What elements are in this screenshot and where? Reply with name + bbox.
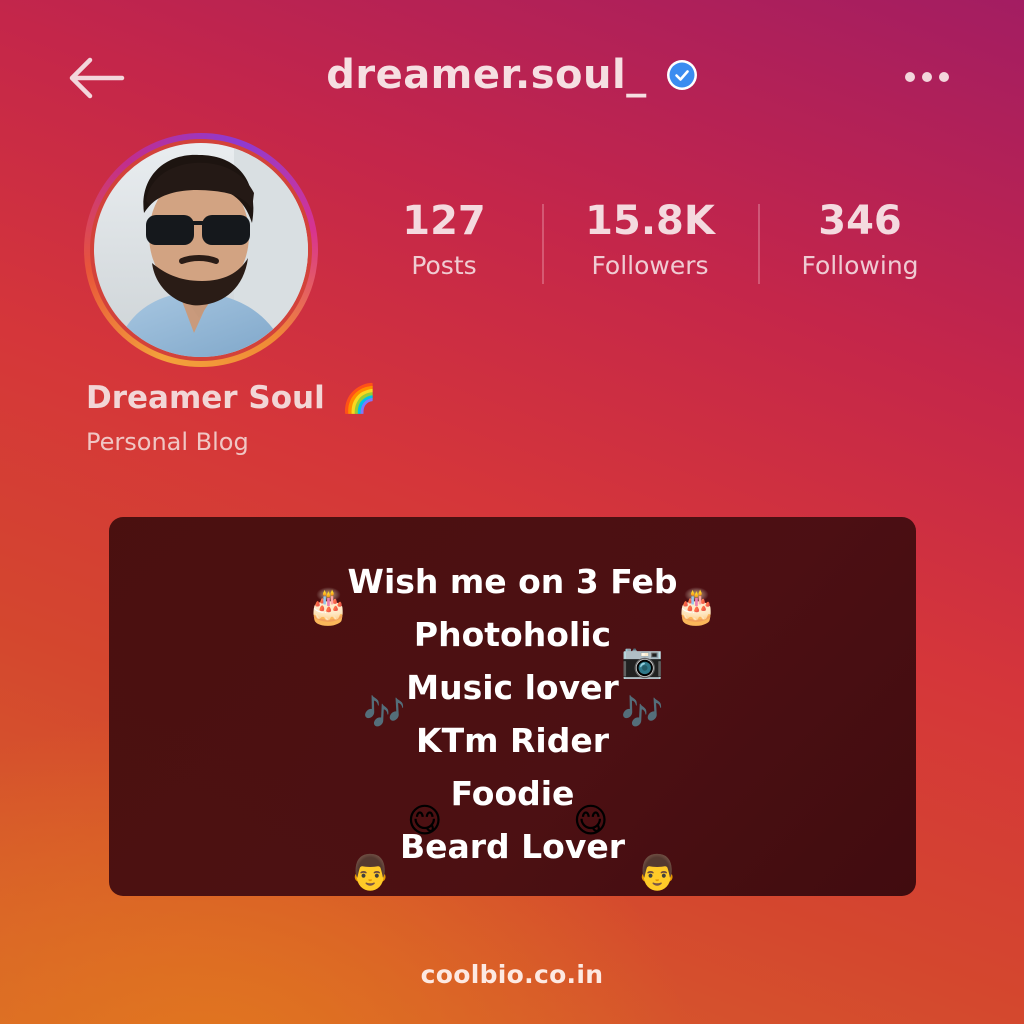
- bio-lines: Wish me on 3 Feb Photoholic Music lover …: [109, 555, 916, 873]
- profile-display-name: Dreamer Soul 🌈: [86, 380, 376, 416]
- stat-posts-count: 127: [402, 198, 486, 244]
- stat-following[interactable]: 346 Following: [760, 196, 960, 286]
- yum-face-emoji-icon: 😋: [407, 801, 443, 841]
- bio-card: Wish me on 3 Feb Photoholic Music lover …: [109, 517, 916, 896]
- stat-following-count: 346: [818, 198, 902, 244]
- yum-face-emoji-icon: 😋: [573, 801, 609, 841]
- verified-badge-icon: [666, 60, 697, 90]
- profile-avatar: [94, 143, 308, 357]
- profile-stats: 127 Posts 15.8K Followers 346 Following: [360, 196, 960, 296]
- stat-followers-label: Followers: [591, 251, 709, 280]
- footer-watermark: coolbio.co.in: [420, 960, 604, 989]
- more-horizontal-icon: [905, 72, 949, 82]
- profile-header: dreamer.soul_: [0, 40, 1024, 116]
- profile-username: dreamer.soul_: [326, 52, 647, 98]
- stat-followers-count: 15.8K: [585, 198, 715, 244]
- display-name-text: Dreamer Soul: [86, 380, 325, 416]
- beard-man-emoji-icon: 👨: [349, 853, 392, 893]
- stat-posts-label: Posts: [411, 251, 477, 280]
- beard-man-emoji-icon: 👨: [636, 853, 679, 893]
- bio-line-birthday: Wish me on 3 Feb: [347, 562, 678, 601]
- music-notes-emoji-icon: 🎶: [363, 693, 406, 733]
- bio-line-beard: Beard Lover: [399, 827, 626, 866]
- more-options-button[interactable]: [898, 62, 956, 92]
- bio-line-foodie: Foodie: [450, 774, 575, 813]
- music-notes-emoji-icon: 🎶: [621, 693, 664, 733]
- bio-line-rider: KTm Rider: [416, 721, 609, 760]
- stat-followers[interactable]: 15.8K Followers: [550, 196, 750, 286]
- profile-avatar-button[interactable]: [84, 133, 318, 367]
- stat-following-label: Following: [801, 251, 919, 280]
- profile-photo-avatar: [94, 143, 308, 357]
- stat-divider: [542, 204, 544, 284]
- bio-line-photoholic: Photoholic: [413, 615, 612, 654]
- stat-posts[interactable]: 127 Posts: [344, 196, 544, 286]
- cake-emoji-icon: 🎂: [675, 587, 718, 627]
- camera-emoji-icon: 📷: [621, 641, 664, 681]
- rainbow-emoji-icon: 🌈: [341, 382, 377, 415]
- profile-category: Personal Blog: [86, 428, 249, 456]
- bio-line-music: Music lover: [406, 668, 619, 707]
- cake-emoji-icon: 🎂: [307, 587, 350, 627]
- title-wrap: dreamer.soul_: [0, 52, 1024, 98]
